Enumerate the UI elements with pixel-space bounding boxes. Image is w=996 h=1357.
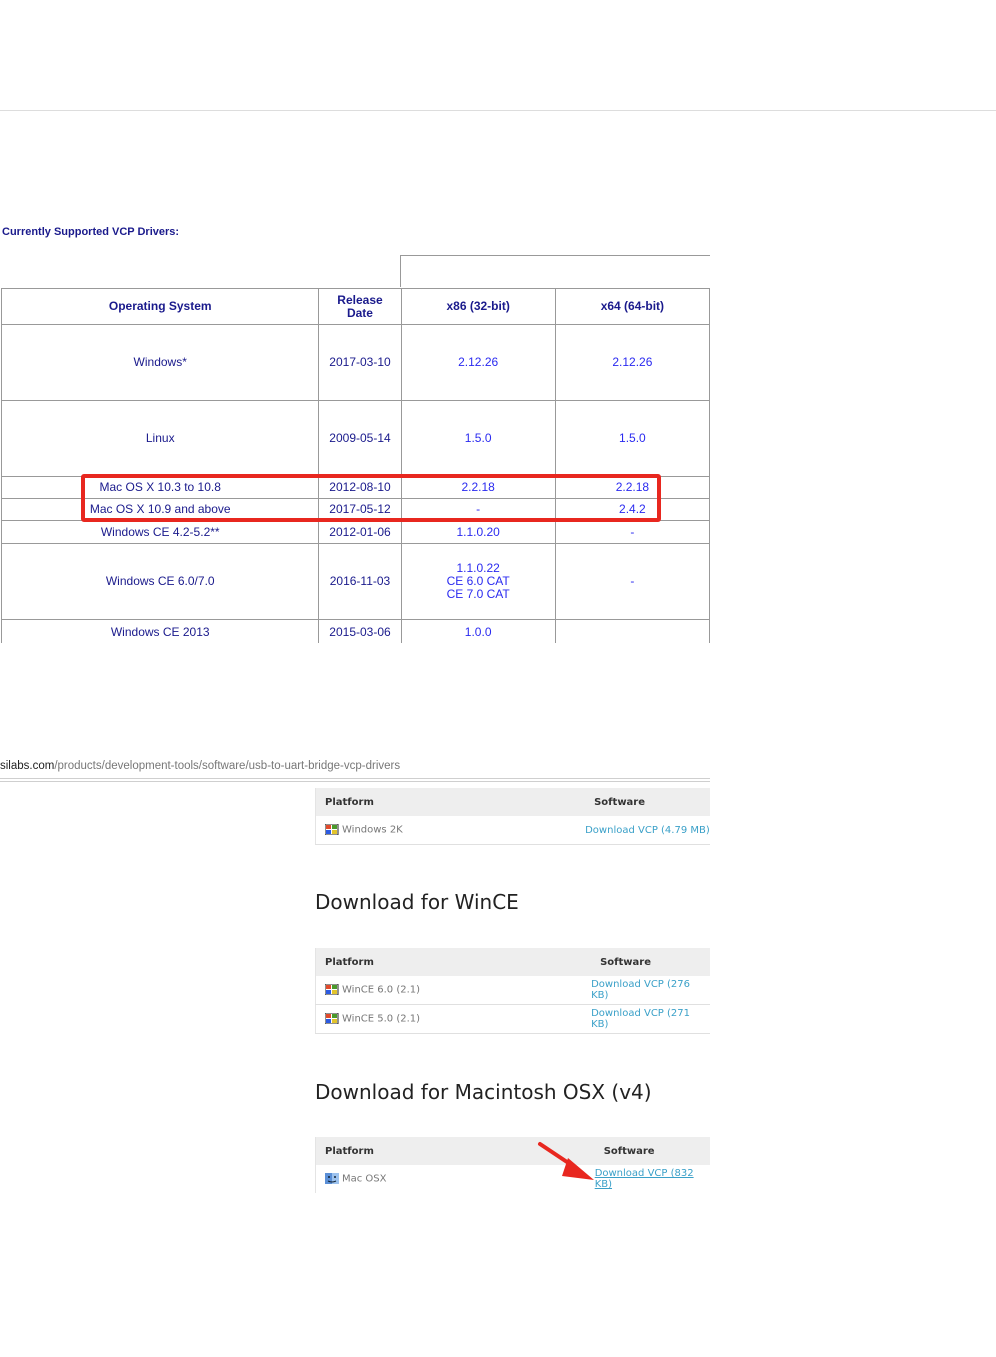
wince-download-table: Platform Software WinCE 6.0 (2.1) Downlo…: [315, 948, 710, 1034]
x86-download-link[interactable]: 1.0.0: [400, 619, 556, 643]
table-row: WinCE 5.0 (2.1) Download VCP (271 KB): [315, 1004, 710, 1034]
windows-flag-icon: [325, 824, 339, 836]
url-host: silabs.com: [0, 760, 55, 772]
address-bar-url[interactable]: silabs.com/products/development-tools/so…: [0, 760, 400, 772]
ce7-cat-link[interactable]: CE 7.0 CAT: [402, 588, 555, 601]
platform-cell: Windows 2K: [315, 816, 586, 845]
platform-cell: WinCE 5.0 (2.1): [315, 1004, 592, 1034]
page-divider: [0, 110, 996, 111]
table-header-row: Operating System Release Date x86 (32-bi…: [0, 288, 711, 325]
download-vcp-link[interactable]: Download VCP (271 KB): [591, 1004, 710, 1034]
os-cell: Windows CE 2013: [0, 619, 320, 643]
x64-download-link[interactable]: -: [554, 543, 711, 620]
url-path: /products/development-tools/software/usb…: [54, 760, 401, 772]
platform-name: WinCE 5.0 (2.1): [342, 1013, 421, 1025]
platform-name: Mac OSX: [342, 1173, 387, 1185]
table-row: Windows* 2017-03-10 2.12.26 2.12.26: [0, 324, 711, 401]
date-cell: 2012-01-06: [318, 520, 402, 544]
x86-download-link[interactable]: 1.5.0: [400, 400, 556, 477]
table-row: Windows CE 4.2-5.2** 2012-01-06 1.1.0.20…: [0, 520, 711, 544]
x64-download-link[interactable]: [554, 619, 711, 643]
os-cell: Windows CE 6.0/7.0: [0, 543, 320, 620]
table-row: Windows CE 6.0/7.0 2016-11-03 1.1.0.22 C…: [0, 543, 711, 620]
download-vcp-link[interactable]: Download VCP (832 KB): [595, 1165, 710, 1193]
vcp-drivers-table-region: Operating System Release Date x86 (32-bi…: [0, 255, 711, 643]
table-header-row: Platform Software: [314, 1137, 710, 1165]
software-header: Software: [594, 1137, 710, 1165]
mac-rows-highlight-box: [81, 474, 661, 522]
platform-header: Platform: [315, 788, 586, 816]
vcp-drivers-table: Operating System Release Date x86 (32-bi…: [0, 288, 711, 643]
platform-cell: WinCE 6.0 (2.1): [315, 976, 592, 1005]
platform-name: Windows 2K: [342, 824, 403, 836]
header-release-date-label: Release Date: [337, 292, 383, 320]
windows-flag-icon: [325, 1013, 339, 1025]
date-cell: 2016-11-03: [318, 543, 402, 620]
table-row: Mac OSX Download VCP (832 KB): [314, 1165, 710, 1193]
table-header-row: Platform Software: [315, 948, 710, 976]
header-x86: x86 (32-bit): [400, 288, 556, 325]
table-row: WinCE 6.0 (2.1) Download VCP (276 KB): [315, 976, 710, 1005]
software-header: Software: [585, 788, 710, 816]
address-bar-divider: [0, 778, 710, 782]
table-row: Windows CE 2013 2015-03-06 1.0.0: [0, 619, 711, 643]
date-cell: 2009-05-14: [318, 400, 402, 477]
red-arrow-icon: [538, 1142, 594, 1180]
date-cell: 2017-03-10: [318, 324, 402, 401]
macintosh-heading: Download for Macintosh OSX (v4): [315, 1080, 652, 1104]
win2k-download-table: Platform Software Windows 2K Download VC…: [315, 788, 710, 845]
x86-download-links: 1.1.0.22 CE 6.0 CAT CE 7.0 CAT: [400, 543, 556, 620]
x64-download-link[interactable]: -: [554, 520, 711, 544]
x64-download-link[interactable]: 2.12.26: [554, 324, 711, 401]
download-vcp-link[interactable]: Download VCP (4.79 MB): [585, 816, 710, 845]
table-row: Linux 2009-05-14 1.5.0 1.5.0: [0, 400, 711, 477]
mac-finder-icon: [325, 1173, 339, 1185]
x86-download-link[interactable]: 2.12.26: [400, 324, 556, 401]
x64-download-link[interactable]: 1.5.0: [554, 400, 711, 477]
date-cell: 2015-03-06: [318, 619, 402, 643]
table-header-row: Platform Software: [315, 788, 710, 816]
download-vcp-link[interactable]: Download VCP (276 KB): [591, 976, 710, 1005]
windows-flag-icon: [325, 984, 339, 996]
table-header-spacer: [400, 255, 710, 287]
header-release-date: Release Date: [318, 288, 402, 325]
platform-header: Platform: [315, 948, 592, 976]
x86-download-link[interactable]: 1.1.0.20: [400, 520, 556, 544]
vcp-drivers-title: Currently Supported VCP Drivers:: [2, 226, 180, 238]
header-operating-system: Operating System: [0, 288, 320, 325]
software-header: Software: [591, 948, 710, 976]
platform-name: WinCE 6.0 (2.1): [342, 984, 421, 996]
os-cell: Windows CE 4.2-5.2**: [0, 520, 320, 544]
os-cell: Windows*: [0, 324, 320, 401]
table-row: Windows 2K Download VCP (4.79 MB): [315, 816, 710, 845]
wince-heading: Download for WinCE: [315, 890, 519, 914]
os-cell: Linux: [0, 400, 320, 477]
mac-download-table: Platform Software Mac OSX Download VCP (…: [314, 1137, 710, 1193]
header-x64: x64 (64-bit): [554, 288, 711, 325]
